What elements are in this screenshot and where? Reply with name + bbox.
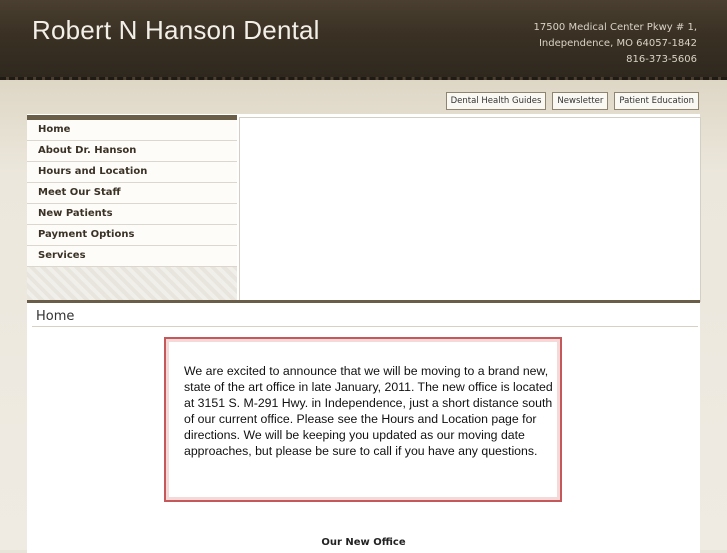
contact-info: 17500 Medical Center Pkwy # 1, Independe… [533,20,697,68]
nav-item-hours[interactable]: Hours and Location [27,162,237,183]
banner-area [239,117,701,302]
announcement-text: We are excited to announce that we will … [184,364,553,458]
address-line-2: Independence, MO 64057-1842 [538,38,697,49]
announcement-box: We are excited to announce that we will … [164,337,562,502]
nav-item-new-patients[interactable]: New Patients [27,204,237,225]
nav-item-staff[interactable]: Meet Our Staff [27,183,237,204]
top-links: Dental Health Guides Newsletter Patient … [445,92,699,110]
address-line-1: 17500 Medical Center Pkwy # 1, [533,22,697,33]
phone-number: 816-373-5606 [626,54,697,65]
site-title[interactable]: Robert N Hanson Dental [32,15,320,46]
sidebar-nav: Home About Dr. Hanson Hours and Location… [27,115,237,305]
page-title: Home [32,308,698,327]
nav-item-about[interactable]: About Dr. Hanson [27,141,237,162]
top-link-dental-health-guides[interactable]: Dental Health Guides [445,92,547,110]
nav-item-services[interactable]: Services [27,246,237,267]
nav-item-payment[interactable]: Payment Options [27,225,237,246]
section-heading: Our New Office [321,537,406,548]
top-link-patient-education[interactable]: Patient Education [614,92,699,110]
nav-item-home[interactable]: Home [27,120,237,141]
top-link-newsletter[interactable]: Newsletter [552,92,609,110]
